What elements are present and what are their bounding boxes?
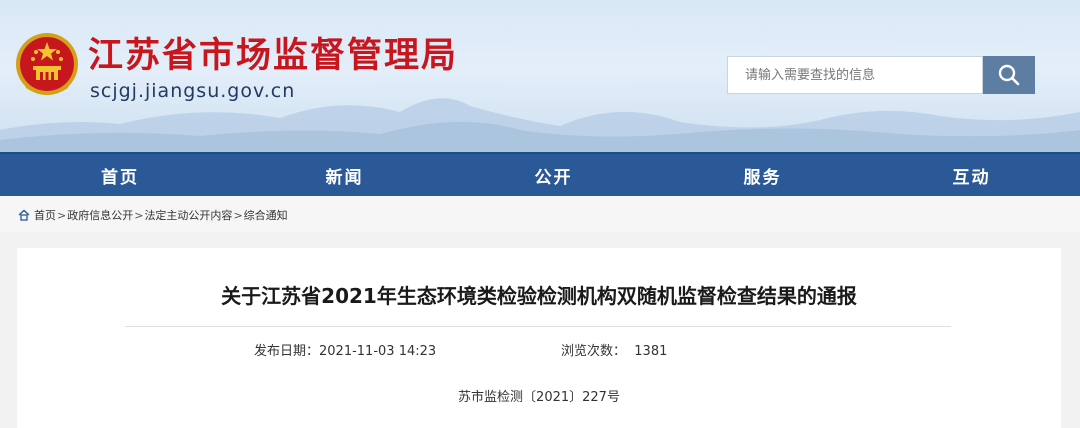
breadcrumb-home[interactable]: 首页 — [34, 207, 56, 223]
publish-date-label: 发布日期： — [254, 344, 320, 359]
national-emblem-icon — [16, 33, 78, 95]
search-input[interactable] — [728, 57, 985, 93]
breadcrumb-general-notices[interactable]: 综合通知 — [244, 207, 288, 223]
breadcrumb-statutory-content[interactable]: 法定主动公开内容 — [144, 207, 232, 223]
site-domain: scjgj.jiangsu.gov.cn — [90, 80, 296, 102]
view-count-label: 浏览次数： — [561, 344, 627, 359]
title-divider — [125, 326, 951, 327]
breadcrumb-bar: 首页 > 政府信息公开 > 法定主动公开内容 > 综合通知 — [0, 196, 1080, 232]
search-box — [727, 56, 985, 94]
publish-date-value: 2021-11-03 14:23 — [319, 344, 437, 359]
article-title: 关于江苏省2021年生态环境类检验检测机构双随机监督检查结果的通报 — [221, 284, 857, 308]
article-panel: 关于江苏省2021年生态环境类检验检测机构双随机监督检查结果的通报 发布日期：2… — [17, 248, 1061, 428]
breadcrumb-gov-info-public[interactable]: 政府信息公开 — [67, 207, 133, 223]
view-count: 浏览次数： 1381 — [561, 340, 667, 359]
home-icon — [18, 209, 30, 221]
nav-item-home[interactable]: 首页 — [0, 154, 240, 196]
document-number: 苏市监检测〔2021〕227号 — [458, 390, 620, 405]
view-count-value: 1381 — [634, 344, 668, 359]
nav-item-services[interactable]: 服务 — [658, 154, 867, 196]
breadcrumb-separator: > — [57, 208, 67, 222]
search-button[interactable] — [983, 56, 1035, 94]
site-title[interactable]: 江苏省市场监督管理局 — [88, 36, 458, 76]
breadcrumb-separator: > — [134, 208, 144, 222]
site-header: 江苏省市场监督管理局 scjgj.jiangsu.gov.cn — [0, 0, 1080, 152]
breadcrumb: 首页 > 政府信息公开 > 法定主动公开内容 > 综合通知 — [18, 207, 288, 223]
main-nav: 首页 新闻 公开 服务 互动 — [0, 152, 1080, 196]
nav-item-news[interactable]: 新闻 — [240, 154, 449, 196]
nav-item-interaction[interactable]: 互动 — [867, 154, 1076, 196]
breadcrumb-separator: > — [233, 208, 243, 222]
search-icon — [998, 64, 1020, 86]
nav-item-public[interactable]: 公开 — [449, 154, 658, 196]
publish-date: 发布日期：2021-11-03 14:23 — [254, 340, 436, 359]
